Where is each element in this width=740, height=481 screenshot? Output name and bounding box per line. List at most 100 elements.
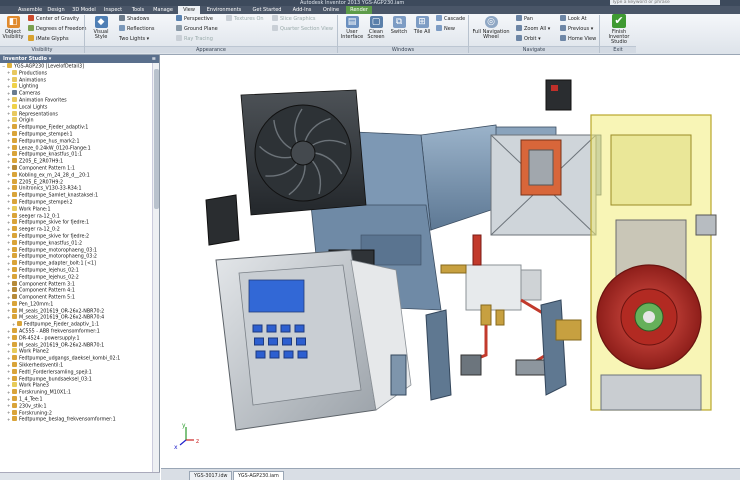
tree-item[interactable]: + Kobling_ex_m_24_28_d__20:1 — [0, 171, 153, 179]
tree-item[interactable]: − YGS-AGP230 [LevelofDetail3] — [0, 63, 153, 70]
tree-item[interactable]: + seeger ra-12_0:2 — [0, 226, 153, 233]
document-tab-idw[interactable]: YGS-3017.idw — [189, 471, 233, 480]
tree-item[interactable]: + M_seals_201619_OR-26x2-NBR70:2 — [0, 307, 153, 315]
power-connector[interactable] — [545, 79, 572, 111]
switch-button[interactable]: ⧉ Switch — [388, 16, 410, 35]
look-at-button[interactable]: Look At — [560, 15, 587, 23]
tree-item[interactable]: +230v_stik:1 — [0, 402, 153, 410]
pan-button[interactable]: Pan — [516, 15, 533, 23]
plc-key[interactable] — [282, 337, 292, 346]
tree-item[interactable]: + Fedtpumpe_Fjeder_adaptiv_1:1 — [0, 321, 153, 328]
home-view-button[interactable]: Home View — [560, 35, 596, 43]
object-visibility-button[interactable]: ◧ Object Visibility — [2, 16, 24, 40]
plc-key[interactable] — [294, 324, 305, 333]
tree-item[interactable]: + Fedtpumpe_skive for fjedre:1 — [0, 219, 153, 226]
shadows-button[interactable]: Shadows — [119, 15, 149, 23]
tree-item[interactable]: + Component Pattern 3:1 — [0, 280, 153, 288]
tree-item[interactable]: + seeger ra-12_0:1 — [0, 212, 153, 220]
clean-screen-button[interactable]: ▢ Clean Screen — [365, 16, 387, 40]
tree-item[interactable]: + Origin — [0, 117, 153, 124]
plc-key[interactable] — [255, 350, 266, 359]
cooling-fan[interactable] — [240, 89, 367, 216]
textures-on-button[interactable]: Textures On — [226, 15, 264, 23]
pump-head[interactable] — [596, 264, 702, 370]
cascade-button[interactable]: Cascade — [436, 15, 465, 23]
graphics-viewport[interactable]: y z x — [161, 55, 740, 468]
tree-item[interactable]: + Fedtpumpe_lejehus_02:1 — [0, 266, 153, 274]
tab-manage[interactable]: Manage — [150, 6, 176, 14]
tree-item[interactable]: + Work Plane:1 — [0, 205, 153, 213]
tree-item[interactable]: + Z205_E_2R07H9:2 — [0, 178, 153, 186]
tree-item[interactable]: + Fedtpumpe_lejehus_02:2 — [0, 273, 153, 281]
tile-all-button[interactable]: ⊞ Tile All — [411, 16, 433, 35]
plc-key[interactable] — [254, 337, 264, 346]
reflections-button[interactable]: Reflections — [119, 25, 154, 33]
plc-key[interactable] — [297, 350, 308, 359]
tab-render[interactable]: Render — [346, 6, 372, 14]
quarter-section-view-button[interactable]: Quarter Section View — [272, 25, 333, 33]
tree-item[interactable]: + Fedtpumpe_stempel:2 — [0, 198, 153, 206]
assembly-model[interactable]: y z x — [161, 55, 740, 468]
tree-item[interactable]: + Representations — [0, 110, 153, 118]
tree-item[interactable]: + Local Lights — [0, 103, 153, 111]
plc-key[interactable] — [269, 350, 280, 359]
plc-key[interactable] — [268, 337, 278, 346]
scrollbar-thumb[interactable] — [154, 69, 159, 209]
tree-item[interactable]: + Animations — [0, 76, 153, 84]
browser-scrollbar[interactable] — [152, 63, 159, 472]
tree-item[interactable]: + Component Pattern 1:1 — [0, 164, 153, 172]
tree-item[interactable]: + Unitronics_V130-33-R34:1 — [0, 185, 153, 192]
plc-controller[interactable] — [215, 249, 412, 431]
tree-item[interactable]: + Fedtpumpe_adapter_bolt:1 [<1] — [0, 260, 153, 267]
tree-item[interactable]: + Fedtpumpe_skive for fjedre:2 — [0, 232, 153, 240]
tree-item[interactable]: + Fedtpumpe_hus_mark2:1 — [0, 137, 153, 145]
full-navigation-wheel-button[interactable]: ◎ Full Navigation Wheel — [471, 16, 511, 40]
plc-key[interactable] — [283, 350, 294, 359]
tree-item[interactable]: + Fedtpumpe_stempel:1 — [0, 130, 153, 138]
tree-item[interactable]: + M_seals_201619_OR-26x2-NBR70:1 — [0, 341, 153, 349]
ground-plane-button[interactable]: Ground Plane — [176, 25, 218, 33]
tree-item[interactable]: + Fedtpumpe_knastfus_01:2 — [0, 239, 153, 247]
tab-tools[interactable]: Tools — [128, 6, 148, 14]
search-input[interactable]: Type a keyword or phrase — [610, 0, 720, 5]
finish-inventor-studio-button[interactable]: ✔ Finish Inventor Studio — [603, 14, 635, 45]
valve-block[interactable] — [540, 299, 567, 396]
tree-item[interactable]: + Work Plane2 — [0, 348, 153, 355]
tree-item[interactable]: + Z205_E_2R07H9:1 — [0, 158, 153, 165]
tree-item[interactable]: + M_seals_201619_OR-26x2-NBR70:4 — [0, 314, 153, 321]
tree-item[interactable]: + Forskruning_M10X1:1 — [0, 389, 153, 396]
new-window-button[interactable]: New — [436, 25, 455, 33]
browser-menu-icon[interactable]: ≡ — [152, 55, 156, 63]
tab-environments[interactable]: Environments — [202, 6, 246, 14]
center-of-gravity-button[interactable]: Center of Gravity — [28, 15, 79, 23]
tab-online[interactable]: Online — [318, 6, 344, 14]
tree-item[interactable]: + Fedtl_Forderlersamling_spejl:1 — [0, 368, 153, 376]
visual-style-button[interactable]: ◆ Visual Style — [87, 16, 115, 40]
tab-get-started[interactable]: Get Started — [248, 6, 286, 14]
previous-view-button[interactable]: Previous ▾ — [560, 25, 593, 33]
plc-key[interactable] — [296, 337, 306, 346]
tree-item[interactable]: + AC555 - ABB frekvensomformer:1 — [0, 328, 153, 335]
tree-item[interactable]: + Fedtpumpe_Fjeder_adaptiv:1 — [0, 124, 153, 131]
tree-item[interactable]: + Fedtpumpe_bundsaeksel_03:1 — [0, 375, 153, 383]
degrees-of-freedom-button[interactable]: Degrees of Freedom — [28, 25, 87, 33]
orbit-button[interactable]: Orbit ▾ — [516, 35, 541, 43]
tab-assemble[interactable]: Assemble — [18, 6, 42, 14]
tab-add-ins[interactable]: Add-Ins — [288, 6, 316, 14]
tree-item[interactable]: + Fedtpumpe_motorophaeng_03:2 — [0, 253, 153, 260]
tab-inspect[interactable]: Inspect — [100, 6, 126, 14]
tree-item[interactable]: + Fedtpumpe_udgangs_daeksel_kombi_02:1 — [0, 355, 153, 362]
connector-box[interactable] — [205, 194, 240, 246]
plc-key[interactable] — [280, 324, 291, 333]
plc-key[interactable] — [252, 324, 263, 333]
mounting-bracket[interactable] — [390, 354, 407, 396]
tree-item[interactable]: + Work Plane3 — [0, 382, 153, 389]
tree-item[interactable]: + Sikkerhedsventil:1 — [0, 362, 153, 369]
bracket-plate[interactable] — [425, 309, 452, 401]
tree-item[interactable]: + Component Pattern 5:1 — [0, 294, 153, 301]
document-tab-iam[interactable]: YGS-AGP230.iam — [233, 471, 284, 480]
coupling-housing[interactable] — [490, 134, 597, 236]
tree-item[interactable]: + Cameras — [0, 90, 153, 97]
tree-item[interactable]: + Component Pattern 4:1 — [0, 287, 153, 294]
tree-item[interactable]: + Forskruning:2 — [0, 409, 153, 417]
